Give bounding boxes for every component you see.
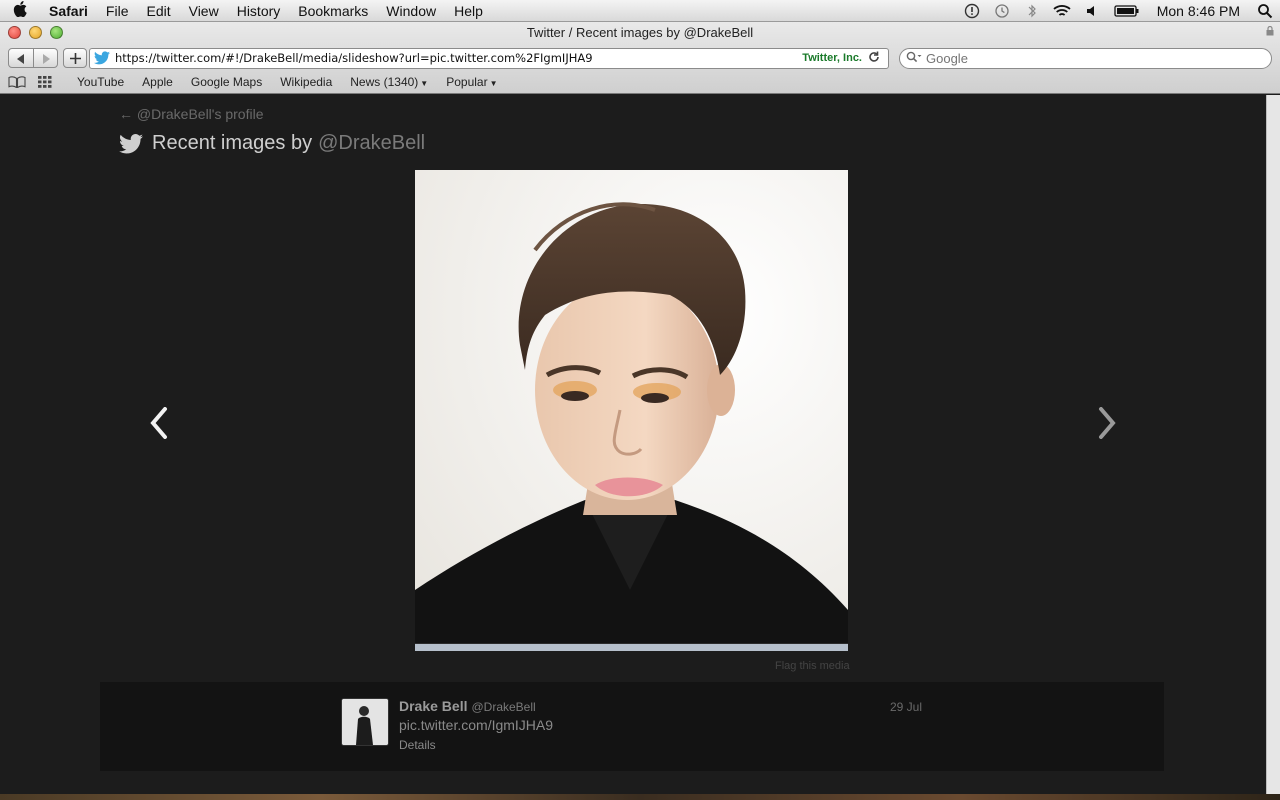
tweet-link[interactable]: pic.twitter.com/IgmIJHA9: [399, 717, 553, 733]
tweet-author[interactable]: Drake Bell @DrakeBell: [399, 698, 536, 714]
menu-view[interactable]: View: [180, 3, 228, 19]
page-title: Recent images by @DrakeBell: [119, 132, 425, 155]
slideshow-image[interactable]: [415, 170, 848, 651]
bookmark-apple[interactable]: Apple: [133, 75, 182, 89]
menu-help[interactable]: Help: [445, 3, 492, 19]
menu-history[interactable]: History: [228, 3, 290, 19]
page-title-handle[interactable]: @DrakeBell: [318, 132, 425, 155]
bookmark-youtube[interactable]: YouTube: [68, 75, 133, 89]
bookmarks-bar: YouTube Apple Google Maps Wikipedia News…: [8, 73, 1272, 91]
tweet-author-name: Drake Bell: [399, 698, 468, 714]
apple-menu-icon[interactable]: [0, 0, 40, 21]
browser-window: Twitter / Recent images by @DrakeBell ht…: [0, 22, 1280, 794]
bookmark-popular-folder[interactable]: Popular ▼: [437, 75, 506, 89]
volume-icon[interactable]: [1077, 0, 1107, 22]
avatar[interactable]: [341, 698, 389, 746]
reload-icon[interactable]: [868, 51, 884, 66]
previous-image-arrow-icon[interactable]: [144, 403, 174, 443]
menu-window[interactable]: Window: [377, 3, 445, 19]
nav-buttons: [8, 48, 58, 68]
spotlight-search-icon[interactable]: [1250, 0, 1280, 22]
battery-icon[interactable]: [1107, 0, 1147, 22]
back-button[interactable]: [9, 49, 33, 67]
reading-list-icon[interactable]: [8, 76, 38, 88]
forward-button[interactable]: [33, 49, 57, 67]
portrait-photo: [415, 170, 848, 651]
tweet-date[interactable]: 29 Jul: [890, 700, 922, 714]
chevron-down-icon: ▼: [489, 79, 498, 88]
alert-icon[interactable]: [957, 0, 987, 22]
search-icon: [906, 51, 922, 66]
vertical-scrollbar[interactable]: [1266, 95, 1280, 794]
bookmark-news-folder[interactable]: News (1340) ▼: [341, 75, 437, 89]
menubar-clock[interactable]: Mon 8:46 PM: [1147, 3, 1250, 19]
bookmark-wikipedia[interactable]: Wikipedia: [271, 75, 341, 89]
time-machine-icon[interactable]: [987, 0, 1017, 22]
top-sites-grid-icon[interactable]: [38, 76, 68, 88]
menu-edit[interactable]: Edit: [137, 3, 179, 19]
twitter-favicon-icon: [94, 50, 112, 66]
tweet-panel: Drake Bell @DrakeBell pic.twitter.com/Igm…: [100, 682, 1164, 771]
bookmark-news-label: News (1340): [350, 75, 419, 89]
bluetooth-icon[interactable]: [1017, 0, 1047, 22]
app-menu-safari[interactable]: Safari: [40, 3, 97, 19]
window-titlebar: Twitter / Recent images by @DrakeBell ht…: [0, 22, 1280, 94]
next-image-arrow-icon[interactable]: [1092, 403, 1122, 443]
bookmark-popular-label: Popular: [446, 75, 488, 89]
add-bookmark-button[interactable]: [63, 48, 87, 68]
tweet-author-handle: @DrakeBell: [471, 700, 536, 714]
browser-toolbar: https://twitter.com/#!/DrakeBell/media/s…: [8, 47, 1272, 69]
address-bar[interactable]: https://twitter.com/#!/DrakeBell/media/s…: [89, 47, 889, 69]
menu-bar: Safari File Edit View History Bookmarks …: [0, 0, 1280, 22]
web-page: ← @DrakeBell's profile Recent images by …: [0, 95, 1266, 794]
page-title-text: Recent images by: [152, 132, 313, 154]
site-identity: Twitter, Inc.: [802, 52, 862, 64]
chevron-down-icon: ▼: [420, 79, 429, 88]
url-text: https://twitter.com/#!/DrakeBell/media/s…: [115, 51, 593, 65]
search-input[interactable]: [926, 50, 1226, 66]
image-caption-bar: [415, 643, 848, 651]
tweet-details-link[interactable]: Details: [399, 738, 436, 752]
profile-back-link[interactable]: ← @DrakeBell's profile: [119, 106, 263, 122]
twitter-bird-icon: [119, 133, 143, 153]
wifi-icon[interactable]: [1047, 0, 1077, 22]
menu-file[interactable]: File: [97, 3, 138, 19]
search-field[interactable]: [899, 47, 1272, 69]
menu-bookmarks[interactable]: Bookmarks: [289, 3, 377, 19]
flag-media-link[interactable]: Flag this media: [775, 660, 850, 672]
lock-icon: [1266, 25, 1274, 39]
desktop-background: [0, 794, 1280, 800]
window-title: Twitter / Recent images by @DrakeBell: [526, 25, 754, 40]
bookmark-google-maps[interactable]: Google Maps: [182, 75, 271, 89]
